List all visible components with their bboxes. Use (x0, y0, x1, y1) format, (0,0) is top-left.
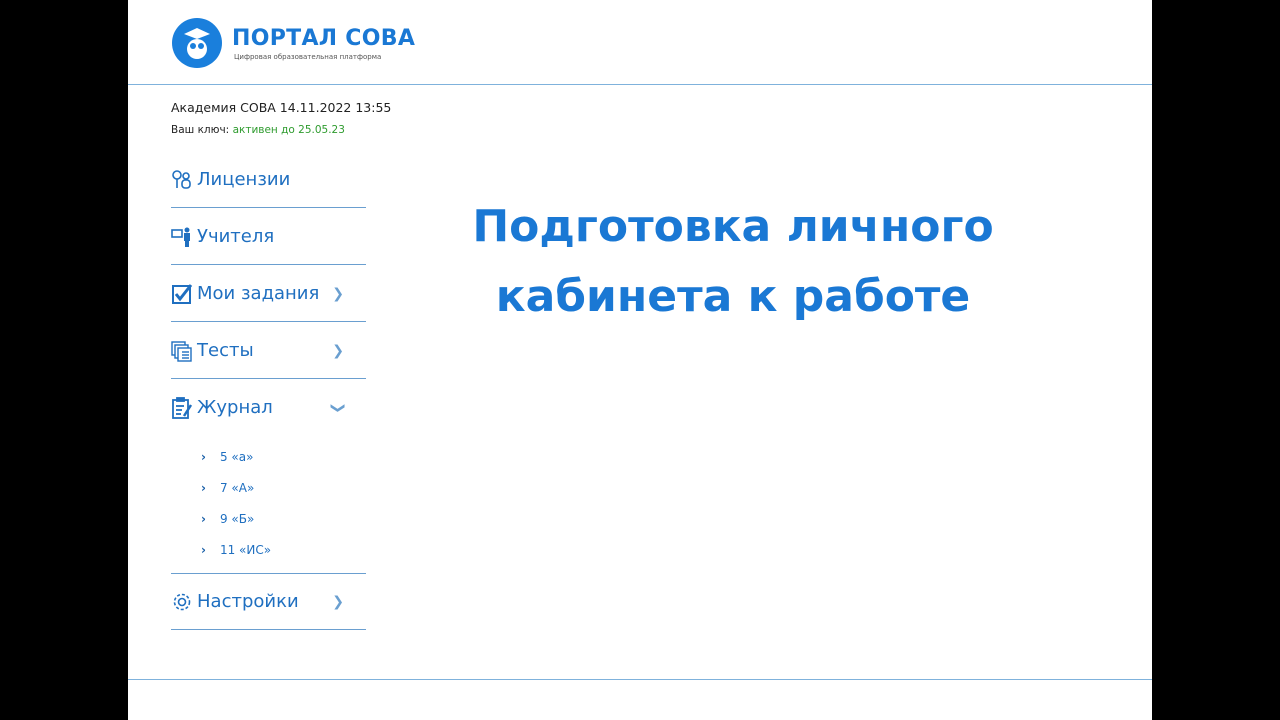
sidebar-item-label: Журнал (197, 397, 273, 418)
academy-info: Академия СОВА 14.11.2022 13:55 (171, 100, 392, 115)
key-label: Ваш ключ: (171, 124, 233, 136)
journal-class-item[interactable]: › 5 «а» (201, 441, 366, 472)
chevron-down-icon[interactable]: ❯ (330, 402, 346, 414)
key-status: Ваш ключ: активен до 25.05.23 (171, 124, 345, 136)
sidebar-item-teachers[interactable]: Учителя (171, 209, 366, 265)
chevron-right-icon[interactable]: ❯ (332, 343, 344, 359)
title-line-2: кабинета к работе (495, 271, 971, 322)
checkbox-icon (171, 283, 193, 305)
key-active-status: активен до 25.05.23 (232, 124, 345, 136)
sidebar-menu: Лицензии Учителя Мои задания ❯ Тесты ❯ Ж… (171, 152, 366, 630)
footer-divider (128, 679, 1152, 680)
class-label: 7 «А» (219, 480, 255, 495)
class-label: 11 «ИС» (219, 542, 272, 557)
chevron-right-icon: › (201, 542, 206, 557)
page-title: Подготовка личного кабинета к работе (448, 192, 1018, 332)
chevron-right-icon: › (201, 511, 206, 526)
chevron-right-icon[interactable]: ❯ (332, 286, 344, 302)
title-line-1: Подготовка личного (472, 201, 994, 252)
page: ПОРТАЛ СОВА Цифровая образовательная пла… (128, 0, 1152, 720)
class-label: 5 «а» (219, 449, 254, 464)
sidebar-item-settings[interactable]: Настройки ❯ (171, 574, 366, 630)
class-label: 9 «Б» (219, 511, 255, 526)
chevron-right-icon: › (201, 449, 206, 464)
header: ПОРТАЛ СОВА Цифровая образовательная пла… (128, 0, 1152, 85)
sidebar-item-journal[interactable]: Журнал ❯ (171, 380, 366, 435)
sidebar-item-label: Тесты (197, 340, 254, 361)
owl-logo-icon[interactable] (172, 18, 222, 68)
sidebar-item-label: Лицензии (197, 169, 291, 190)
sidebar-item-label: Мои задания (197, 283, 320, 304)
sidebar-item-licenses[interactable]: Лицензии (171, 152, 366, 208)
logo-title[interactable]: ПОРТАЛ СОВА (232, 26, 415, 51)
sidebar-item-label: Настройки (197, 591, 299, 612)
journal-class-item[interactable]: › 7 «А» (201, 472, 366, 503)
sidebar-item-tests[interactable]: Тесты ❯ (171, 323, 366, 379)
chevron-right-icon: › (201, 480, 206, 495)
logo-subtitle: Цифровая образовательная платформа (234, 53, 382, 61)
journal-class-item[interactable]: › 9 «Б» (201, 503, 366, 534)
journal-icon (171, 396, 193, 419)
sidebar-item-label: Учителя (197, 226, 275, 247)
key-icon (171, 169, 193, 191)
journal-class-item[interactable]: › 11 «ИС» (201, 534, 366, 565)
journal-submenu: › 5 «а» › 7 «А» › 9 «Б» › 11 «ИС» (171, 435, 366, 574)
sidebar-item-my-tasks[interactable]: Мои задания ❯ (171, 266, 366, 322)
tests-icon (171, 340, 193, 362)
chevron-right-icon[interactable]: ❯ (332, 594, 344, 610)
gear-icon (171, 591, 193, 613)
teacher-icon (171, 226, 193, 248)
